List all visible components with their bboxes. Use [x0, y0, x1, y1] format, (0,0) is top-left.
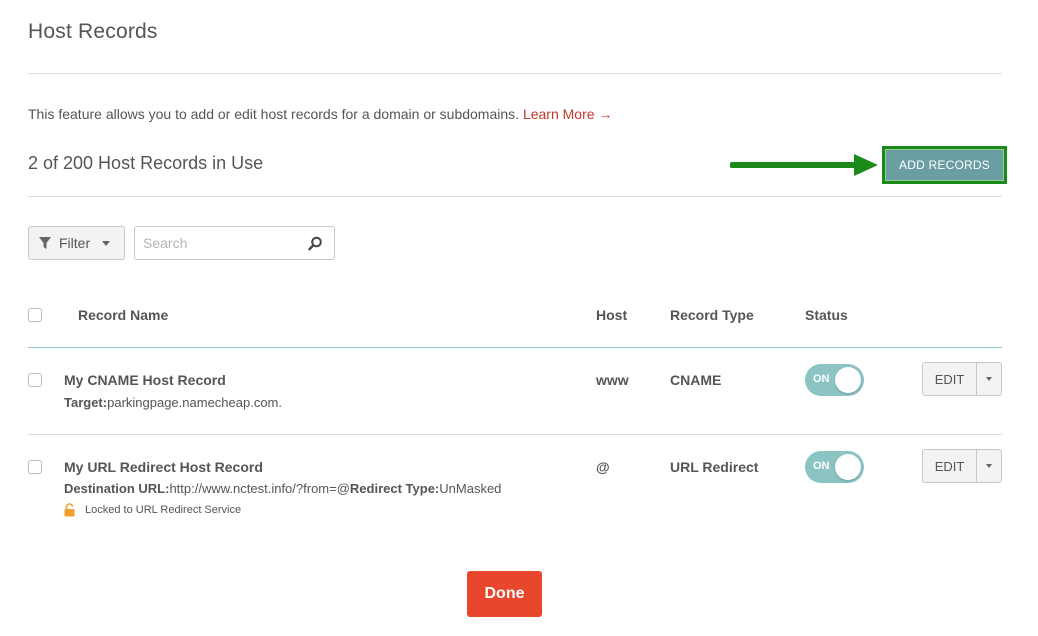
filter-funnel-icon — [39, 237, 51, 249]
record-name: My URL Redirect Host Record — [64, 459, 263, 475]
locked-notice: Locked to URL Redirect Service — [85, 504, 242, 516]
redirect-type-value: UnMasked — [439, 481, 502, 496]
header-record-type: Record Type — [670, 307, 754, 323]
header-host: Host — [596, 307, 628, 323]
add-records-button[interactable]: ADD RECORDS — [885, 149, 1004, 181]
toggle-knob — [835, 367, 861, 393]
chevron-down-icon — [986, 464, 992, 468]
table-header-divider — [28, 347, 1002, 348]
row-checkbox[interactable] — [28, 460, 42, 474]
record-destination: Destination URL:http://www.nctest.info/?… — [64, 481, 501, 496]
title-divider — [28, 73, 1002, 74]
record-host: @ — [596, 459, 610, 475]
intro-text: This feature allows you to add or edit h… — [28, 106, 612, 122]
target-value: parkingpage.namecheap.com. — [107, 395, 282, 410]
destination-value: http://www.nctest.info/?from=@ — [169, 481, 350, 496]
row-checkbox[interactable] — [28, 373, 42, 387]
header-record-name: Record Name — [78, 307, 169, 323]
learn-more-link[interactable]: Learn More → — [523, 106, 612, 122]
chevron-down-icon — [986, 377, 992, 381]
search-icon[interactable] — [308, 236, 323, 251]
header-divider — [28, 196, 1002, 197]
toggle-knob — [835, 454, 861, 480]
search-input[interactable] — [135, 227, 300, 259]
green-arrow-annotation — [730, 154, 878, 176]
record-name: My CNAME Host Record — [64, 372, 226, 388]
toggle-label: ON — [813, 460, 830, 472]
add-records-highlight: ADD RECORDS — [882, 146, 1007, 184]
destination-label: Destination URL: — [64, 481, 170, 496]
records-usage-count: 2 of 200 Host Records in Use — [28, 153, 264, 173]
page-title: Host Records — [28, 20, 158, 43]
filter-button[interactable]: Filter — [28, 226, 125, 260]
status-toggle[interactable]: ON — [805, 451, 864, 483]
record-type: URL Redirect — [670, 459, 759, 475]
redirect-type-label: Redirect Type: — [349, 481, 440, 496]
chevron-down-icon — [102, 240, 111, 246]
edit-button-group: EDIT — [922, 449, 1002, 483]
edit-dropdown-toggle[interactable] — [977, 363, 1001, 395]
edit-button[interactable]: EDIT — [923, 450, 977, 482]
search-box — [134, 226, 335, 260]
record-type: CNAME — [670, 372, 722, 388]
edit-dropdown-toggle[interactable] — [977, 450, 1001, 482]
select-all-checkbox[interactable] — [28, 308, 42, 322]
edit-button[interactable]: EDIT — [923, 363, 977, 395]
header-status: Status — [805, 307, 848, 323]
intro-description: This feature allows you to add or edit h… — [28, 106, 520, 122]
row-divider — [28, 434, 1002, 435]
lock-icon — [64, 503, 75, 517]
record-host: www — [596, 372, 629, 388]
status-toggle[interactable]: ON — [805, 364, 864, 396]
done-button[interactable]: Done — [467, 571, 542, 617]
record-target: Target:parkingpage.namecheap.com. — [64, 395, 282, 410]
target-label: Target: — [64, 395, 108, 410]
filter-label: Filter — [59, 235, 91, 251]
edit-button-group: EDIT — [922, 362, 1002, 396]
toggle-label: ON — [813, 373, 830, 385]
